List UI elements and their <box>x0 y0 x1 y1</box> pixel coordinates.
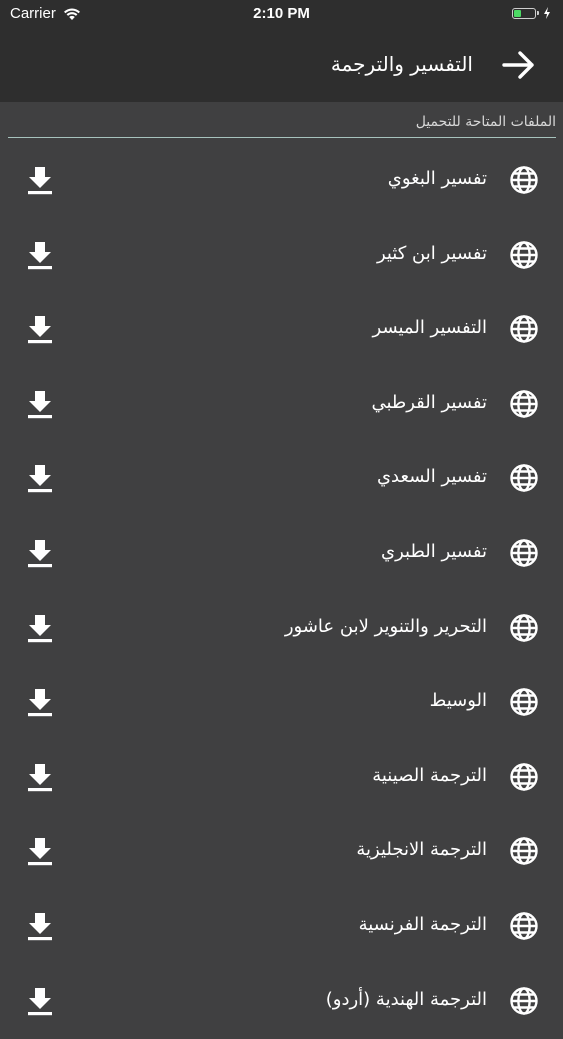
globe-icon <box>510 539 538 567</box>
globe-icon <box>510 688 538 716</box>
list-item-label: التحرير والتنوير لابن عاشور <box>284 615 487 637</box>
download-icon[interactable] <box>26 613 54 643</box>
list-item-label: الترجمة الهندية (أردو) <box>325 988 487 1010</box>
list-item-label: تفسير ابن كثير <box>376 242 487 264</box>
download-icon[interactable] <box>26 240 54 270</box>
list-item-label: الترجمة الفرنسية <box>358 913 487 935</box>
download-icon[interactable] <box>26 911 54 941</box>
globe-icon <box>510 763 538 791</box>
list-item[interactable]: تفسير ابن كثير <box>0 219 563 294</box>
globe-icon <box>510 986 538 1015</box>
list-item[interactable]: التحرير والتنوير لابن عاشور <box>0 592 563 667</box>
list-item[interactable]: تفسير القرطبي <box>0 368 563 443</box>
download-icon[interactable] <box>26 314 54 344</box>
globe-icon <box>510 390 538 418</box>
list-item[interactable]: تفسير السعدي <box>0 442 563 517</box>
list-item-label: تفسير الطبري <box>381 540 487 562</box>
battery-fill <box>514 9 521 17</box>
download-icon[interactable] <box>26 463 54 493</box>
download-icon[interactable] <box>26 165 54 195</box>
list-item[interactable]: تفسير البغوي <box>0 144 563 219</box>
download-icon[interactable] <box>26 687 54 717</box>
download-icon[interactable] <box>26 389 54 419</box>
list-item-label: تفسير القرطبي <box>371 391 487 413</box>
list-item[interactable]: الترجمة الهندية (أردو) <box>0 965 563 1039</box>
list-item[interactable]: تفسير الطبري <box>0 517 563 592</box>
globe-icon <box>510 166 538 194</box>
download-icon[interactable] <box>26 986 54 1016</box>
download-icon[interactable] <box>26 538 54 568</box>
list-item-label: تفسير البغوي <box>387 168 487 189</box>
list-item[interactable]: الترجمة الفرنسية <box>0 890 563 965</box>
section-header-label: الملفات المتاحة للتحميل <box>415 114 556 130</box>
status-time: 2:10 PM <box>253 5 310 22</box>
globe-icon <box>510 464 538 493</box>
list-item-label: التفسير الميسر <box>372 317 487 339</box>
battery-icon <box>512 7 536 19</box>
list-item[interactable]: التفسير الميسر <box>0 293 563 368</box>
download-icon[interactable] <box>26 762 54 792</box>
charging-bolt-icon <box>544 7 550 19</box>
download-icon[interactable] <box>26 836 54 866</box>
battery-indicator <box>512 7 551 19</box>
globe-icon <box>510 613 538 642</box>
download-list: تفسير البغوي تفسير ابن كثير التفسير المي… <box>0 144 563 1039</box>
list-item[interactable]: الوسيط <box>0 666 563 741</box>
list-item-label: الترجمة الصينية <box>372 764 487 786</box>
status-bar: Carrier 2:10 PM <box>0 0 563 28</box>
nav-bar: التفسير والترجمة <box>0 28 563 102</box>
globe-icon <box>510 912 538 940</box>
page-title: التفسير والترجمة <box>330 52 473 76</box>
globe-icon <box>510 837 538 866</box>
list-item-label: تفسير السعدي <box>376 466 487 488</box>
list-item[interactable]: الترجمة الانجليزية <box>0 815 563 890</box>
list-item-label: الوسيط <box>429 690 487 712</box>
list-item[interactable]: الترجمة الصينية <box>0 741 563 816</box>
globe-icon <box>510 315 538 343</box>
globe-icon <box>510 240 538 269</box>
arrow-right-icon[interactable] <box>501 48 537 82</box>
list-item-label: الترجمة الانجليزية <box>356 839 487 861</box>
section-header: الملفات المتاحة للتحميل <box>8 102 556 138</box>
